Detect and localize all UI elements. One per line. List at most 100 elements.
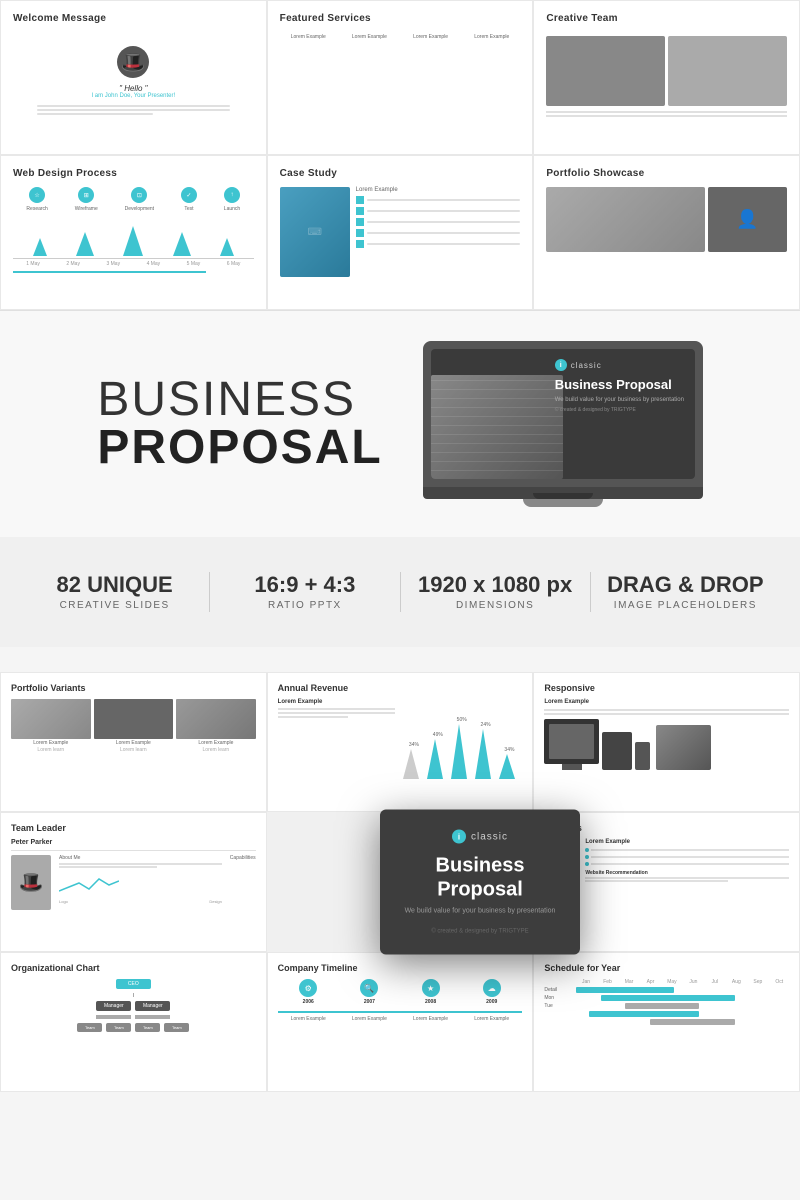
- team-images: [546, 36, 787, 106]
- laptop-screen: i classic Business Proposal We build val…: [431, 349, 695, 479]
- lorem-line: [546, 115, 787, 117]
- timeline-slide: Company Timeline ⚙ 2006 🔍 2007 ★ 2008 ☁ …: [267, 952, 534, 1092]
- case-line: [367, 243, 521, 245]
- text-line: [278, 708, 395, 710]
- schedule-row: Detail: [544, 987, 789, 993]
- triangle: [173, 232, 191, 256]
- portfolio-title: Portfolio Showcase: [546, 168, 787, 179]
- portfolio-image: 👤: [708, 187, 787, 252]
- step-label: Development: [125, 206, 154, 212]
- service-col: Lorem Example: [402, 32, 459, 40]
- timeline-label: 4 May: [147, 261, 161, 267]
- feature-dot: [585, 848, 589, 852]
- rec-line: [585, 877, 789, 879]
- schedule-bar-grey: [625, 1003, 698, 1009]
- portfolio-caption: Lorem Example: [176, 740, 256, 746]
- tl-label: Lorem Example: [413, 1016, 448, 1022]
- triangle: [33, 238, 47, 256]
- chart-label-design: Design: [209, 899, 221, 904]
- responsive-slide: Responsive Lorem Example: [533, 672, 800, 812]
- process-step: ⊡ Development: [125, 187, 154, 212]
- case-lorem: Lorem Example: [356, 187, 521, 193]
- org-chart-slide: Organizational Chart CEO Manager Manager…: [0, 952, 267, 1092]
- stat-dimensions: 1920 x 1080 px DIMENSIONS: [401, 574, 590, 611]
- bottom-row-1: Portfolio Variants Lorem Example Lorem l…: [0, 672, 800, 812]
- portfolio-caption-sub: Lorem learn: [94, 747, 174, 753]
- stat-label: RATIO PPTX: [210, 600, 399, 611]
- portfolio-caption-sub: Lorem learn: [176, 747, 256, 753]
- feature-line: [591, 863, 789, 865]
- device-row: [544, 719, 789, 770]
- leader-info: About Me Logo Design: [59, 855, 222, 910]
- org-row-3: Team Team Team Team: [77, 1023, 189, 1032]
- timeline-icons: ⚙ 2006 🔍 2007 ★ 2008 ☁ 2009: [278, 979, 523, 1005]
- check-icon: [356, 207, 364, 215]
- case-content: ⌨ Lorem Example: [280, 187, 521, 277]
- info-line: [59, 863, 222, 865]
- process-step: ☆ Research: [26, 187, 47, 212]
- spacer: [0, 647, 800, 672]
- schedule-bar-grey: [650, 1019, 736, 1025]
- monitor-group: [544, 719, 599, 770]
- step-label: Launch: [224, 206, 240, 212]
- screen-text: i classic Business Proposal We build val…: [555, 359, 687, 413]
- modal-section: Team Leader Peter Parker 🎩 About Me Logo…: [0, 812, 800, 952]
- bar-label: 49%: [427, 732, 449, 738]
- chart-label-logo: Logo: [59, 899, 68, 904]
- process-slide: Web Design Process ☆ Research ⊞ Wirefram…: [0, 155, 267, 310]
- lorem-line: [37, 109, 230, 111]
- org-box: Team: [77, 1023, 102, 1032]
- triangle-shape: [475, 729, 491, 779]
- stat-number: 82 UNIQUE: [20, 574, 209, 596]
- feature-item: [585, 848, 789, 852]
- timeline-labels: 1 May 2 May 3 May 4 May 5 May 6 May: [13, 261, 254, 267]
- process-step: ✓ Test: [181, 187, 197, 212]
- timeline-label: 5 May: [187, 261, 201, 267]
- org-row-2: Manager Manager: [96, 1001, 170, 1011]
- schedule-col-label: Oct: [770, 979, 789, 985]
- bar-label: 24%: [475, 722, 497, 728]
- case-item: [356, 207, 521, 215]
- case-line: [367, 199, 521, 201]
- case-study-title: Case Study: [280, 168, 521, 179]
- portfolio-variants-title: Portfolio Variants: [11, 683, 256, 693]
- text-line: [544, 709, 789, 711]
- row-label: Detail: [544, 987, 574, 993]
- triangle-chart: [13, 216, 254, 256]
- portfolio-caption-sub: Lorem learn: [11, 747, 91, 753]
- portfolio-grid: Lorem Example Lorem learn Lorem Example …: [11, 699, 256, 753]
- responsive-title: Responsive: [544, 683, 789, 693]
- schedule-bar: [589, 1011, 699, 1017]
- screen-brand: i classic: [555, 359, 687, 371]
- hero-title: BUSINESS PROPOSAL: [97, 376, 382, 472]
- chart-line-svg: [59, 873, 119, 893]
- service-col: Lorem Example: [341, 32, 398, 40]
- case-study-slide: Case Study ⌨ Lorem Example: [267, 155, 534, 310]
- schedule-bar: [576, 987, 674, 993]
- schedule-slide: Schedule for Year Jan Feb Mar Apr May Ju…: [533, 952, 800, 1092]
- portfolio-col: Lorem Example Lorem learn: [176, 699, 256, 753]
- tl-year: 2006: [303, 999, 314, 1005]
- row-label: Mon: [544, 995, 574, 1001]
- about-label: About Me: [59, 855, 222, 861]
- org-chart-title: Organizational Chart: [11, 963, 256, 973]
- case-overlay: ⌨: [280, 187, 350, 277]
- timeline-item: ☁ 2009: [483, 979, 501, 1005]
- team-lorem-lines: [546, 109, 787, 119]
- schedule-col-label: May: [662, 979, 681, 985]
- org-box: Team: [164, 1023, 189, 1032]
- triangle-shape: [451, 724, 467, 779]
- screen-content: i classic Business Proposal We build val…: [431, 349, 695, 479]
- check-icon: [356, 229, 364, 237]
- stat-label: DIMENSIONS: [401, 600, 590, 611]
- stats-section: 82 UNIQUE CREATIVE SLIDES 16:9 + 4:3 RAT…: [0, 537, 800, 647]
- portfolio-thumb: [176, 699, 256, 739]
- org-box: Manager: [135, 1001, 170, 1011]
- process-steps: ☆ Research ⊞ Wireframe ⊡ Development ✓ T…: [13, 187, 254, 212]
- schedule-header: Jan Feb Mar Apr May Jun Jul Aug Sep Oct: [544, 979, 789, 985]
- team-image: [668, 36, 787, 106]
- welcome-slide: Welcome Message 🎩 " Hello " I am John Do…: [0, 0, 267, 155]
- org-connector: [135, 1015, 170, 1019]
- timeline-content: ⚙ 2006 🔍 2007 ★ 2008 ☁ 2009 Lorem Exa: [278, 979, 523, 1022]
- laptop-body: i classic Business Proposal We build val…: [423, 341, 703, 487]
